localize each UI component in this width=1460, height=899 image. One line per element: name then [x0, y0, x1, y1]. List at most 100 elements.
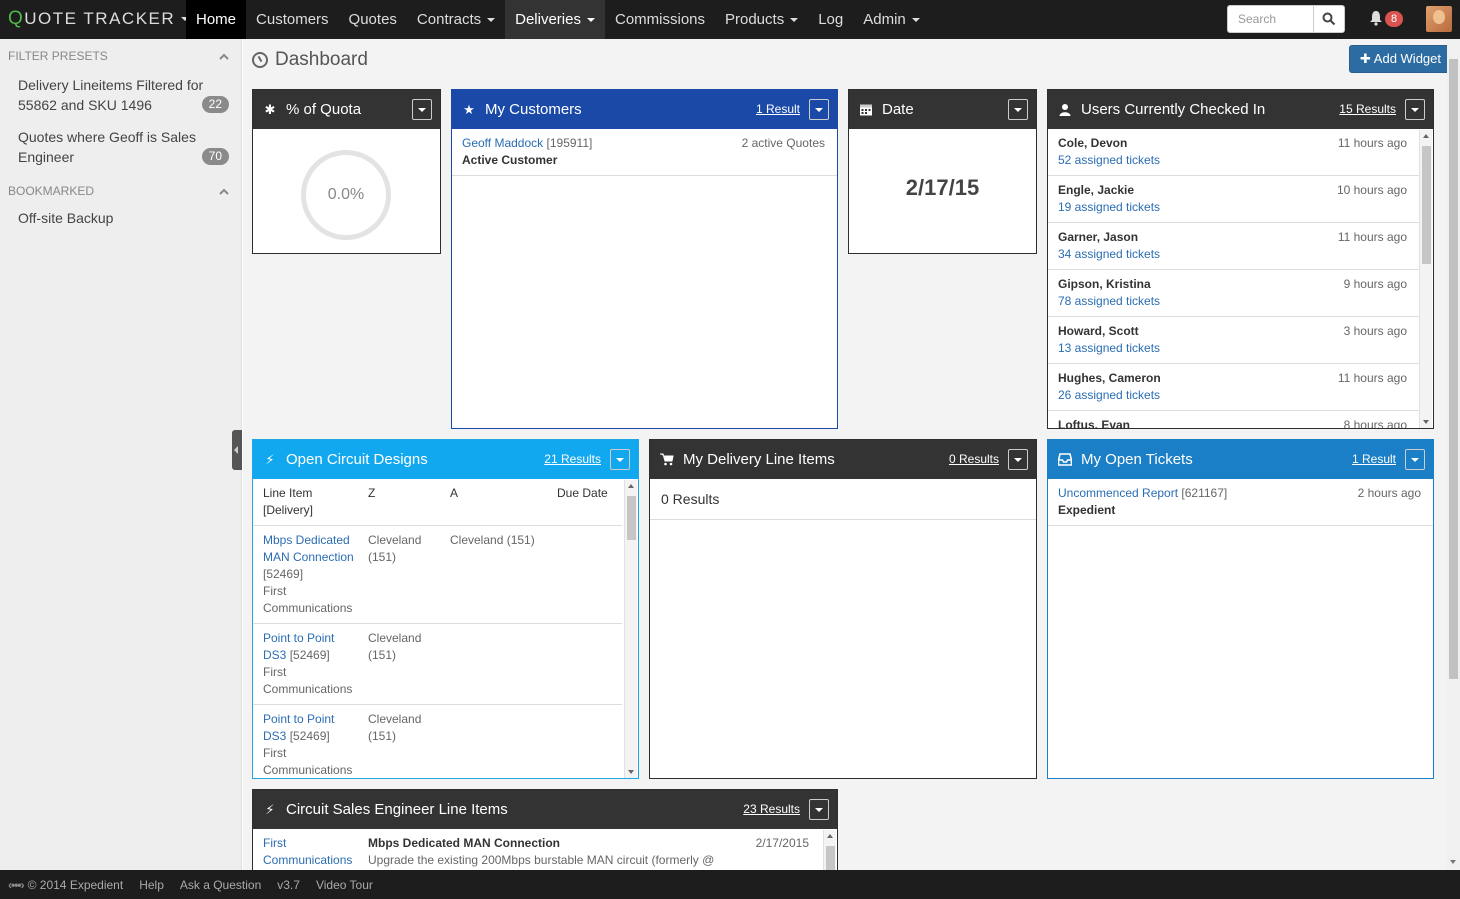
line-item-link[interactable]: Mbps Dedicated MAN Connection [263, 533, 354, 564]
user-icon [1059, 104, 1071, 116]
results-link[interactable]: 1 Result [1352, 452, 1396, 466]
user-avatar[interactable] [1426, 6, 1452, 32]
cse-company[interactable]: First Communications [263, 835, 363, 869]
results-link[interactable]: 1 Result [756, 102, 800, 116]
search-input[interactable]: Search [1227, 5, 1314, 33]
table-row: Point to Point DS3 [52469] First Communic… [253, 704, 622, 778]
chevron-down-icon [790, 17, 799, 22]
nav-item-products[interactable]: Products [715, 0, 808, 39]
nav-item-contracts[interactable]: Contracts [407, 0, 505, 39]
cse-company-link[interactable]: First Communications [263, 836, 352, 867]
line-item-cell: Mbps Dedicated MAN Connection [52469] Fir… [253, 525, 358, 624]
assigned-tickets-link[interactable]: 52 assigned tickets [1058, 153, 1160, 167]
user-name: Cole, Devon [1058, 136, 1128, 150]
filter-presets-header[interactable]: FILTER PRESETS [0, 46, 241, 66]
ask-question-link[interactable]: Ask a Question [180, 878, 261, 892]
scroll-thumb[interactable] [1422, 146, 1431, 264]
date-widget: Date 2/17/15 [848, 89, 1037, 254]
widget-menu-button[interactable] [809, 799, 829, 820]
results-link[interactable]: 0 Results [949, 452, 999, 466]
search-button[interactable] [1313, 5, 1345, 33]
results-link[interactable]: 21 Results [544, 452, 601, 466]
circuit-table: Line Item [Delivery] Z A Due Date Mbps D… [253, 479, 622, 778]
circuit-designs-widget: ⚡ Open Circuit Designs 21 Results Line I… [252, 439, 639, 779]
assigned-tickets-link[interactable]: 78 assigned tickets [1058, 294, 1160, 308]
checked-in-time: 11 hours ago [1337, 371, 1407, 385]
column-header[interactable]: Z [358, 479, 440, 526]
checked-in-time: 11 hours ago [1337, 136, 1407, 150]
widget-menu-button[interactable] [1008, 449, 1028, 470]
list-item: Howard, Scott 13 assigned tickets 3 hours … [1048, 317, 1419, 364]
video-tour-link[interactable]: Video Tour [316, 878, 373, 892]
scroll-up-icon[interactable] [827, 834, 833, 838]
nav-item-quotes[interactable]: Quotes [339, 0, 407, 39]
scroll-down-icon[interactable] [628, 770, 634, 774]
scroll-up-icon[interactable] [1423, 134, 1429, 138]
bolt-icon: ⚡ [265, 451, 275, 467]
filter-preset-count: 22 [201, 96, 229, 113]
results-link[interactable]: 15 Results [1339, 102, 1396, 116]
list-item: Engle, Jackie 19 assigned tickets 10 hours… [1048, 176, 1419, 223]
widget-menu-button[interactable] [1008, 99, 1028, 120]
filter-preset-label: Quotes where Geoff is Sales Engineer [18, 129, 196, 165]
nav-item-home[interactable]: Home [186, 0, 247, 39]
bookmark-item[interactable]: Off-site Backup [0, 206, 241, 230]
due-date-cell [547, 623, 622, 705]
bell-icon[interactable] [1369, 10, 1383, 26]
page-scrollbar[interactable] [1447, 39, 1460, 870]
assigned-tickets-link[interactable]: 19 assigned tickets [1058, 200, 1160, 214]
nav-item-label: Home [196, 11, 237, 28]
widget-header: ✱ % of Quota [253, 90, 440, 129]
widget-menu-button[interactable] [1405, 99, 1425, 120]
z-cell: Cleveland (151) [358, 623, 440, 705]
nav-item-admin[interactable]: Admin [853, 0, 930, 39]
nav-item-deliveries[interactable]: Deliveries [505, 0, 605, 39]
brand-logo[interactable]: Q UOTE TRACKER [8, 8, 190, 30]
sidebar-collapse-handle[interactable] [232, 430, 242, 470]
widget-title: Date [882, 101, 914, 118]
checked-in-time: 11 hours ago [1337, 230, 1407, 244]
checked-in-time: 8 hours ago [1343, 418, 1407, 429]
results-link[interactable]: 23 Results [743, 802, 800, 816]
chevron-up-icon[interactable] [219, 53, 229, 61]
bookmark-label: Off-site Backup [18, 210, 114, 226]
widget-menu-button[interactable] [412, 99, 432, 120]
ticket-id: [621167] [1181, 486, 1228, 500]
active-quotes: 2 active Quotes [741, 136, 825, 150]
widget-title: My Customers [485, 101, 582, 118]
circuit-scrollbar[interactable] [624, 480, 637, 778]
add-widget-button[interactable]: ✚ Add Widget [1349, 45, 1452, 73]
assigned-tickets-link[interactable]: 13 assigned tickets [1058, 341, 1160, 355]
column-header[interactable]: Due Date [547, 479, 622, 526]
list-item: Geoff Maddock [195911] Active Customer 2… [452, 129, 837, 176]
nav-item-commissions[interactable]: Commissions [605, 0, 715, 39]
users-scrollbar[interactable] [1419, 130, 1432, 428]
nav-item-customers[interactable]: Customers [246, 0, 339, 39]
filter-preset-item[interactable]: Delivery Lineitems Filtered for 55862 an… [0, 73, 241, 117]
assigned-tickets-link[interactable]: 34 assigned tickets [1058, 247, 1160, 261]
assigned-tickets-link[interactable]: 26 assigned tickets [1058, 388, 1160, 402]
page-scroll-thumb[interactable] [1449, 59, 1458, 679]
ticket-link[interactable]: Uncommenced Report [1058, 486, 1178, 500]
nav-item-label: Commissions [614, 11, 705, 28]
widget-menu-button[interactable] [1405, 449, 1425, 470]
bookmarked-header[interactable]: BOOKMARKED [0, 181, 241, 201]
notification-count[interactable]: 8 [1385, 11, 1404, 27]
scroll-down-icon[interactable] [1423, 420, 1429, 424]
nav-item-label: Quotes [348, 11, 397, 28]
chevron-up-icon[interactable] [219, 188, 229, 196]
scroll-up-icon[interactable] [628, 484, 634, 488]
scroll-down-icon[interactable] [1450, 860, 1456, 864]
customer-link[interactable]: Geoff Maddock [462, 136, 543, 150]
help-link[interactable]: Help [139, 878, 164, 892]
column-header[interactable]: Line Item [Delivery] [253, 479, 358, 526]
nav-item-log[interactable]: Log [808, 0, 853, 39]
scroll-thumb[interactable] [627, 496, 636, 540]
widget-header: Date [849, 90, 1036, 129]
column-header[interactable]: A [440, 479, 547, 526]
empty-message: 0 Results [650, 479, 1036, 520]
widget-menu-button[interactable] [610, 449, 630, 470]
widget-menu-button[interactable] [809, 99, 829, 120]
filter-preset-item[interactable]: Quotes where Geoff is Sales Engineer 70 [0, 125, 241, 169]
quota-value: 0.0% [327, 186, 365, 203]
